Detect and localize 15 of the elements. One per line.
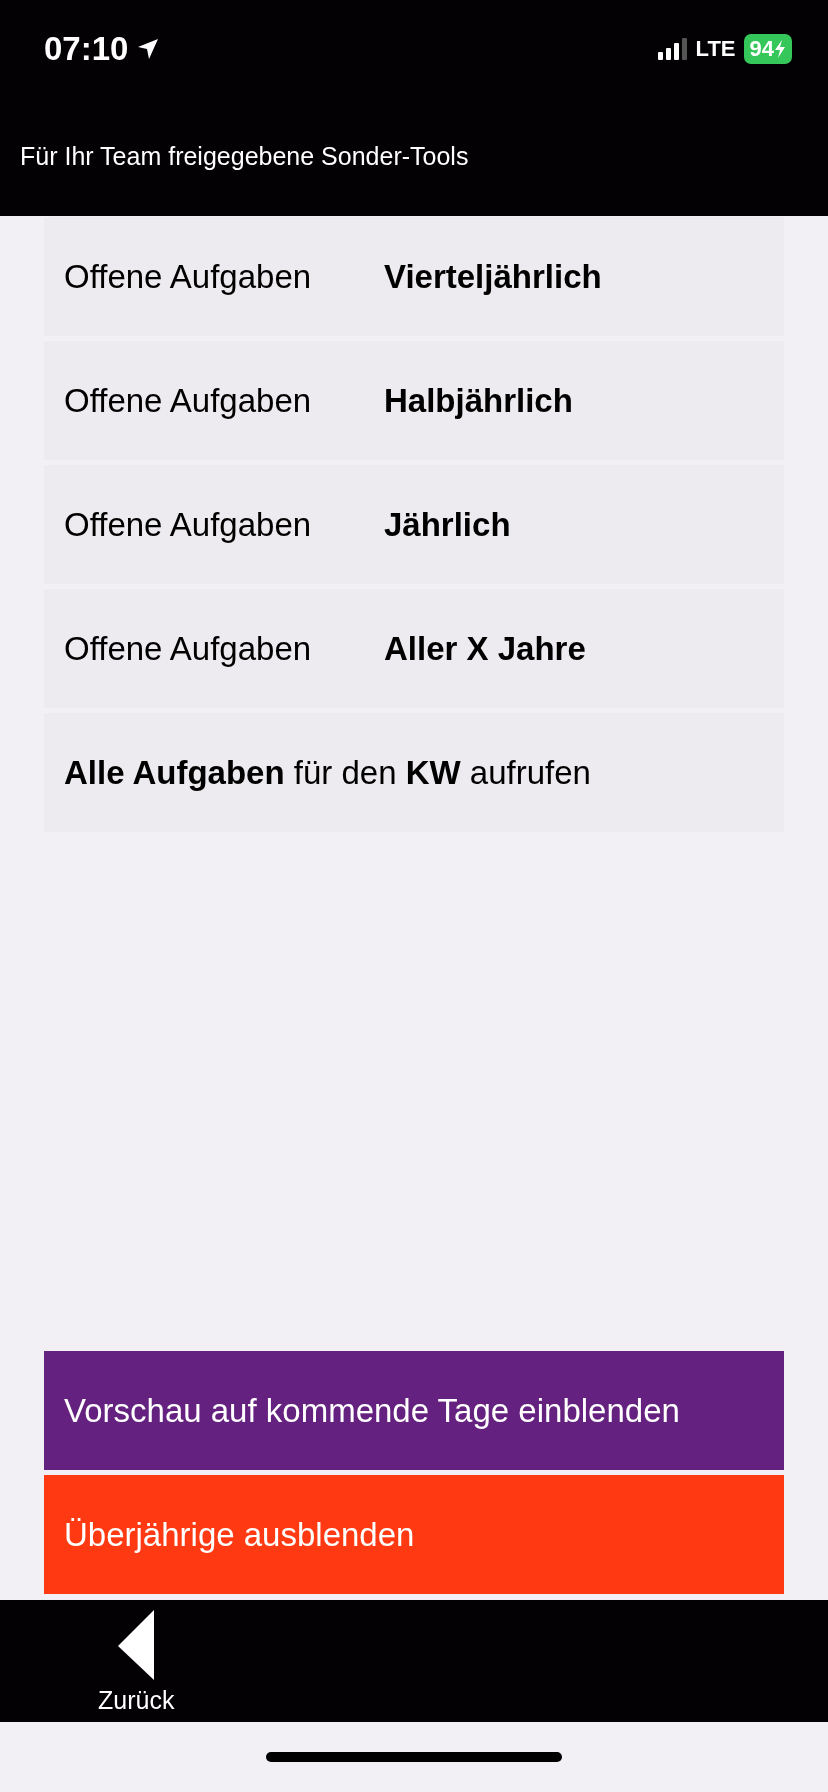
signal-icon bbox=[657, 38, 688, 60]
back-button[interactable]: Zurück bbox=[98, 1600, 175, 1722]
menu-item[interactable]: Offene Aufgaben Vierteljährlich bbox=[44, 217, 784, 336]
status-time: 07:10 bbox=[44, 30, 129, 68]
menu-item[interactable]: Offene Aufgaben Halbjährlich bbox=[44, 341, 784, 460]
menu-item[interactable]: Offene Aufgaben Jährlich bbox=[44, 465, 784, 584]
network-label: LTE bbox=[695, 36, 736, 62]
location-arrow-icon bbox=[136, 37, 161, 61]
menu-item[interactable]: Offene Aufgaben Aller X Jahre bbox=[44, 589, 784, 708]
action-button[interactable]: Überjährige ausblenden bbox=[44, 1475, 784, 1594]
action-button[interactable]: Vorschau auf kommende Tage einblenden bbox=[44, 1351, 784, 1470]
back-triangle-icon bbox=[118, 1610, 155, 1680]
page-title: Für Ihr Team freigegebene Sonder-Tools bbox=[20, 142, 470, 171]
battery-indicator: 94 bbox=[743, 34, 792, 64]
menu-item[interactable]: Alle Aufgaben für den KW aufrufen bbox=[44, 713, 784, 832]
